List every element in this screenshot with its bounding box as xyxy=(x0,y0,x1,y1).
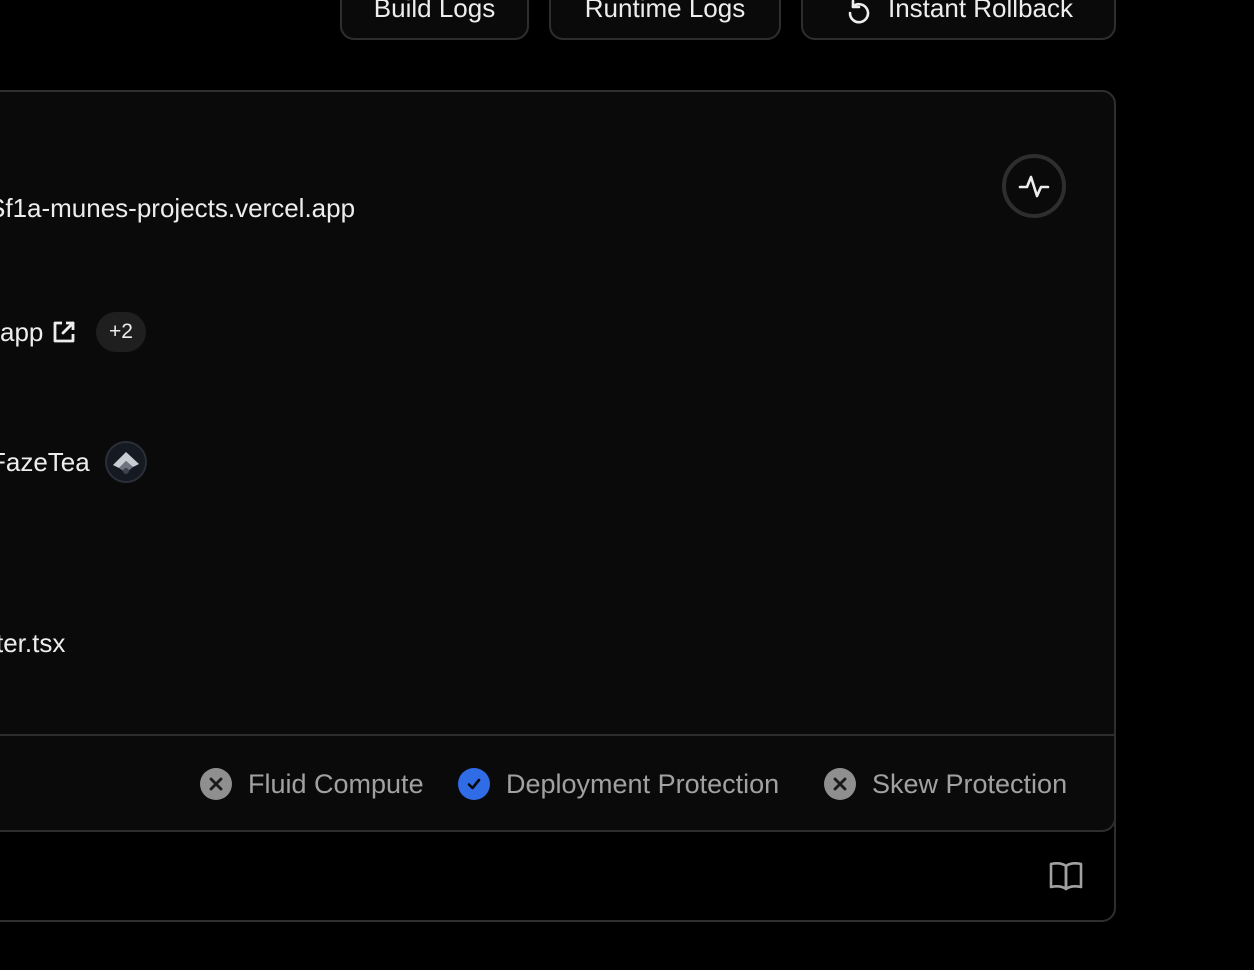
activity-icon xyxy=(1018,175,1050,198)
runtime-logs-label: Runtime Logs xyxy=(584,0,746,23)
x-circle-icon xyxy=(824,768,856,800)
book-open-icon[interactable] xyxy=(1048,860,1084,892)
check-circle-icon xyxy=(458,768,490,800)
build-logs-button[interactable]: Build Logs xyxy=(340,0,529,40)
runtime-logs-button[interactable]: Runtime Logs xyxy=(549,0,781,40)
creator-name[interactable]: FazeTea xyxy=(0,447,90,478)
feature-fluid-compute: Fluid Compute xyxy=(200,767,424,801)
source-file[interactable]: ter.tsx xyxy=(0,628,65,659)
feature-label: Skew Protection xyxy=(872,768,1068,799)
x-circle-icon xyxy=(200,768,232,800)
instant-rollback-button[interactable]: Instant Rollback xyxy=(801,0,1116,40)
deployment-page: Build Logs Runtime Logs Instant Rollback… xyxy=(0,0,1254,970)
activity-button[interactable] xyxy=(1002,154,1066,218)
feature-label: Deployment Protection xyxy=(506,768,780,799)
feature-skew-protection: Skew Protection xyxy=(824,767,1067,801)
external-link-icon[interactable] xyxy=(52,320,76,344)
instant-rollback-label: Instant Rollback xyxy=(888,0,1073,23)
domain-link[interactable]: app xyxy=(0,317,43,348)
feature-deployment-protection: Deployment Protection xyxy=(458,767,779,801)
feature-label: Fluid Compute xyxy=(248,768,424,799)
build-logs-label: Build Logs xyxy=(373,0,496,23)
more-domains-badge[interactable]: +2 xyxy=(96,312,146,352)
deployment-url[interactable]: Sf1a-munes-projects.vercel.app xyxy=(0,193,355,224)
avatar[interactable] xyxy=(105,441,147,483)
rollback-icon xyxy=(844,0,874,28)
